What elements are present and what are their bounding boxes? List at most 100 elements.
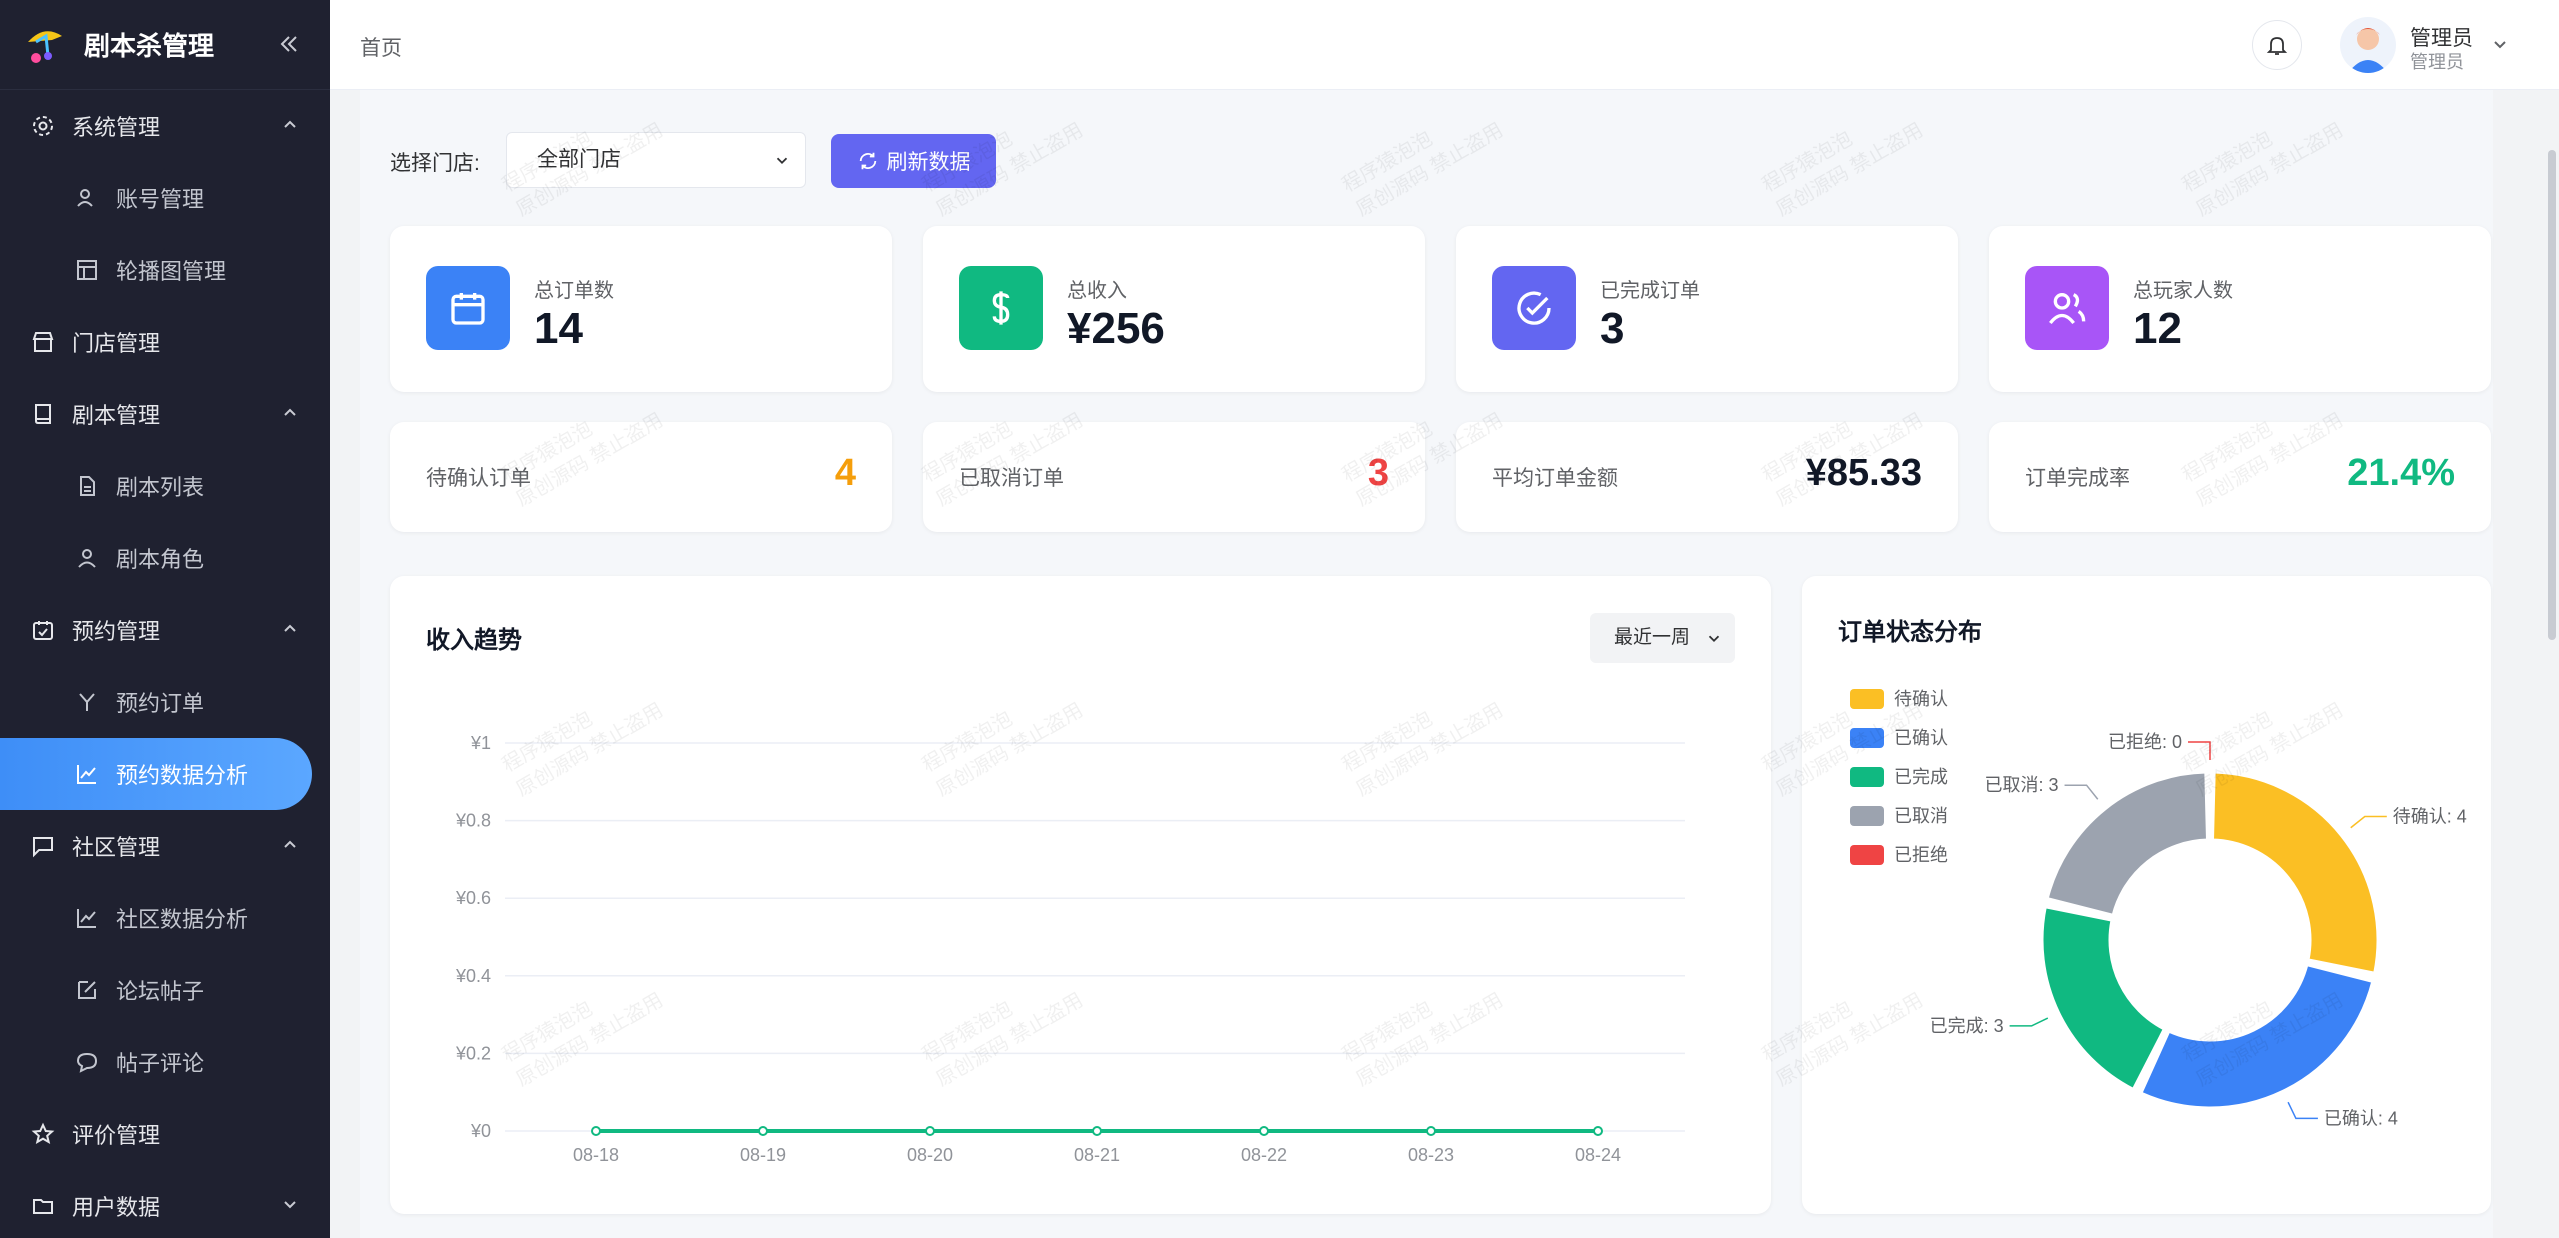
- x-tick-label: 08-22: [1241, 1145, 1287, 1165]
- sidebar-item-forum-posts[interactable]: 论坛帖子: [0, 954, 330, 1026]
- sidebar-item-script-roles[interactable]: 剧本角色: [0, 522, 330, 594]
- legend-swatch: [1850, 806, 1884, 826]
- chevron-up-icon: [284, 120, 296, 128]
- sidebar-item-community-analytics[interactable]: 社区数据分析: [0, 882, 330, 954]
- comment-icon: [74, 1049, 100, 1075]
- sidebar-item-post-comments[interactable]: 帖子评论: [0, 1026, 330, 1098]
- sidebar-item-accounts[interactable]: 账号管理: [0, 162, 330, 234]
- sidebar-item-label: 门店管理: [72, 331, 161, 356]
- sidebar-item-label: 论坛帖子: [116, 979, 205, 1004]
- legend-swatch: [1850, 689, 1884, 709]
- callout-line: [2350, 815, 2387, 829]
- mini-stat-value: 4: [834, 452, 856, 494]
- sidebar-item-community[interactable]: 社区管理: [0, 810, 330, 882]
- gear-icon: [30, 113, 56, 139]
- mini-stat-average-amount: 平均订单金额 ¥85.33: [1456, 422, 1958, 532]
- x-tick-label: 08-18: [573, 1145, 619, 1165]
- sidebar-item-booking[interactable]: 预约管理: [0, 594, 330, 666]
- chart-line-icon: [74, 905, 100, 931]
- revenue-line-chart: ¥0 ¥0.2 ¥0.4 ¥0.6 ¥0.8 ¥1 08-18 08-19 08-20 08-21…: [455, 733, 1685, 1165]
- legend-label: 待确认: [1894, 689, 1948, 709]
- stat-card-total-revenue: 总收入 ¥256: [923, 226, 1425, 392]
- chevron-down-icon[interactable]: [2490, 34, 2510, 54]
- sidebar-item-stores[interactable]: 门店管理: [0, 306, 330, 378]
- callout-label: 已取消: 3: [1985, 775, 2059, 795]
- store-filter-label: 选择门店:: [390, 152, 480, 175]
- y-tick-label: ¥1: [470, 733, 491, 753]
- legend-label: 已确认: [1894, 728, 1948, 748]
- page-scrollbar[interactable]: [2548, 150, 2556, 640]
- top-header: 首页 管理员 管理员: [330, 0, 2559, 90]
- sidebar-item-booking-orders[interactable]: 预约订单: [0, 666, 330, 738]
- stat-label: 已完成订单: [1600, 280, 1700, 302]
- donut-slice: [2040, 905, 2166, 1091]
- stat-value: ¥256: [1067, 304, 1165, 353]
- sidebar-menu: 系统管理 账号管理 轮播图管理 门店管理 剧本管理 剧本列表 剧本角色 预约管理…: [0, 90, 330, 1238]
- sidebar-item-label: 预约管理: [72, 619, 161, 644]
- donut-slice: [2139, 963, 2375, 1110]
- edit-icon: [74, 977, 100, 1003]
- sidebar-item-label: 评价管理: [72, 1123, 161, 1148]
- sidebar-item-label: 用户数据: [72, 1195, 161, 1220]
- x-tick-label: 08-23: [1408, 1145, 1454, 1165]
- data-point: [1593, 1126, 1603, 1136]
- x-tick-label: 08-24: [1575, 1145, 1621, 1165]
- callout-label: 待确认: 4: [2393, 807, 2467, 827]
- sidebar-item-carousel[interactable]: 轮播图管理: [0, 234, 330, 306]
- chevron-up-icon: [284, 408, 296, 416]
- stat-label: 总玩家人数: [2133, 280, 2233, 302]
- chart-line-icon: [74, 761, 100, 787]
- data-point: [925, 1126, 935, 1136]
- chevron-up-icon: [284, 840, 296, 848]
- stat-label: 总订单数: [534, 280, 614, 302]
- mini-stat-completion-rate: 订单完成率 21.4%: [1989, 422, 2491, 532]
- sidebar-item-booking-analytics[interactable]: 预约数据分析: [0, 738, 312, 810]
- y-tick-label: ¥0.2: [455, 1043, 491, 1063]
- legend-swatch: [1850, 728, 1884, 748]
- mini-stat-value: ¥85.33: [1805, 452, 1922, 494]
- breadcrumb[interactable]: 首页: [360, 32, 402, 62]
- avatar[interactable]: [2340, 17, 2396, 73]
- check-circle-icon: [1492, 266, 1576, 350]
- sidebar-item-script-list[interactable]: 剧本列表: [0, 450, 330, 522]
- data-point: [758, 1126, 768, 1136]
- mini-stat-value: 3: [1367, 452, 1389, 494]
- y-tick-label: ¥0: [470, 1121, 491, 1141]
- sidebar-item-user-data[interactable]: 用户数据: [0, 1170, 330, 1238]
- callout-line: [2287, 1101, 2318, 1120]
- callout-label: 已完成: 3: [1930, 1016, 2004, 1036]
- stat-card-completed-orders: 已完成订单 3: [1456, 226, 1958, 392]
- users-icon: [74, 185, 100, 211]
- collapse-sidebar-button[interactable]: [278, 30, 300, 62]
- refresh-icon: [859, 152, 876, 170]
- legend-label: 已完成: [1894, 767, 1948, 787]
- refresh-button[interactable]: 刷新数据: [831, 134, 996, 188]
- sidebar-item-system[interactable]: 系统管理: [0, 90, 330, 162]
- layout-icon: [74, 257, 100, 283]
- store-select[interactable]: 全部门店: [506, 132, 806, 188]
- sidebar-item-label: 剧本管理: [72, 403, 161, 428]
- stat-label: 总收入: [1067, 280, 1127, 302]
- mini-stat-label: 平均订单金额: [1492, 467, 1618, 490]
- data-point: [1092, 1126, 1102, 1136]
- mini-stat-cancelled: 已取消订单 3: [923, 422, 1425, 532]
- callout-label: 已拒绝: 0: [2108, 732, 2182, 752]
- sidebar: 剧本杀管理 系统管理 账号管理 轮播图管理 门店管理 剧本管理 剧本列表 剧本角…: [0, 0, 330, 1238]
- stat-card-total-orders: 总订单数 14: [390, 226, 892, 392]
- donut-slice: [2045, 770, 2209, 917]
- mini-stat-label: 待确认订单: [426, 467, 531, 490]
- x-tick-label: 08-19: [740, 1145, 786, 1165]
- notification-button[interactable]: [2252, 20, 2302, 70]
- x-tick-label: 08-21: [1074, 1145, 1120, 1165]
- callout-line: [2188, 741, 2211, 760]
- sidebar-item-scripts[interactable]: 剧本管理: [0, 378, 330, 450]
- chevron-down-icon: [284, 1201, 296, 1209]
- sidebar-item-label: 剧本列表: [116, 475, 205, 500]
- legend-label: 已拒绝: [1894, 845, 1948, 865]
- user-role: 管理员: [2410, 52, 2464, 72]
- sidebar-item-reviews[interactable]: 评价管理: [0, 1098, 330, 1170]
- order-status-donut-chart: 待确认已确认已完成已取消已拒绝 待确认: 4 已确认: 4 已完成: 3 已取消: 3 已…: [1850, 689, 2467, 1128]
- callout-line: [2064, 784, 2099, 800]
- refresh-button-label: 刷新数据: [886, 151, 971, 174]
- legend-swatch: [1850, 845, 1884, 865]
